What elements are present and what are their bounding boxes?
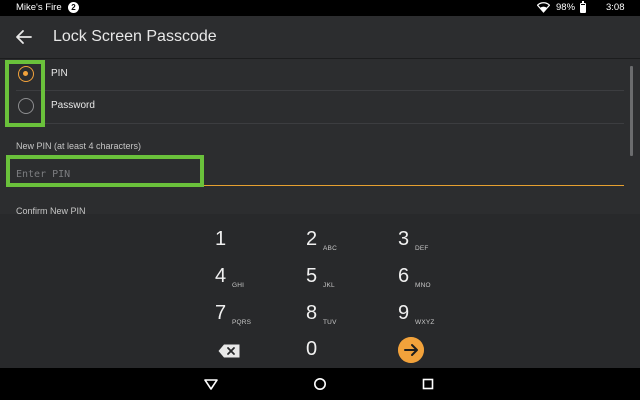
key-digit: 4: [215, 265, 227, 287]
key-digit: 6: [398, 265, 410, 287]
option-pin[interactable]: PIN: [0, 59, 624, 90]
divider: [16, 123, 624, 124]
page-title: Lock Screen Passcode: [53, 28, 217, 45]
key-letters: PQRS: [232, 319, 252, 326]
key-7[interactable]: 7 PQRS: [215, 298, 295, 334]
option-password[interactable]: Password: [0, 91, 624, 122]
wifi-icon: [537, 2, 550, 13]
device-name: Mike's Fire: [16, 2, 62, 13]
back-arrow-icon[interactable]: [14, 27, 34, 47]
key-digit: 1: [215, 228, 227, 250]
key-letters: DEF: [415, 245, 429, 252]
key-letters: MNO: [415, 282, 431, 289]
key-letters: GHI: [232, 282, 245, 289]
app-bar: Lock Screen Passcode: [0, 16, 640, 59]
nav-recents-square-icon[interactable]: [420, 376, 436, 392]
notification-badge[interactable]: 2: [68, 2, 79, 13]
passcode-settings-panel: PIN Password New PIN (at least 4 charact…: [0, 59, 640, 214]
nav-back-triangle-icon[interactable]: [203, 376, 219, 392]
new-pin-input[interactable]: [16, 164, 624, 186]
key-digit: 7: [215, 302, 227, 324]
go-arrow-icon[interactable]: [398, 337, 424, 363]
confirm-pin-label: Confirm New PIN: [16, 206, 86, 214]
backspace-icon[interactable]: [218, 344, 240, 358]
navigation-bar: [0, 368, 640, 400]
key-letters: TUV: [323, 319, 337, 326]
key-4[interactable]: 4 GHI: [215, 261, 295, 297]
pin-radio-button[interactable]: [18, 66, 34, 82]
status-bar: Mike's Fire 2 98% 3:08: [0, 0, 640, 16]
nav-home-circle-icon[interactable]: [312, 376, 328, 392]
key-digit: 0: [306, 338, 318, 360]
key-2[interactable]: 2 ABC: [306, 224, 386, 260]
clock: 3:08: [606, 2, 625, 13]
battery-percent: 98%: [556, 2, 576, 13]
key-8[interactable]: 8 TUV: [306, 298, 386, 334]
password-option-label: Password: [51, 100, 95, 111]
key-digit: 5: [306, 265, 318, 287]
scrollbar-thumb[interactable]: [630, 66, 633, 156]
key-5[interactable]: 5 JKL: [306, 261, 386, 297]
key-0[interactable]: 0: [306, 334, 386, 370]
key-digit: 2: [306, 228, 318, 250]
key-3[interactable]: 3 DEF: [398, 224, 478, 260]
key-6[interactable]: 6 MNO: [398, 261, 478, 297]
battery-icon: [580, 1, 586, 13]
new-pin-label: New PIN (at least 4 characters): [16, 141, 142, 151]
password-radio-button[interactable]: [18, 98, 34, 114]
key-digit: 3: [398, 228, 410, 250]
key-9[interactable]: 9 WXYZ: [398, 298, 478, 334]
numeric-keypad: 1 2 ABC 3 DEF 4 GHI 5 JKL 6 MNO 7 PQRS 8…: [0, 214, 640, 368]
key-digit: 9: [398, 302, 410, 324]
key-letters: JKL: [323, 282, 335, 289]
key-digit: 8: [306, 302, 318, 324]
pin-option-label: PIN: [51, 68, 68, 79]
key-letters: ABC: [323, 245, 337, 252]
key-1[interactable]: 1: [215, 224, 295, 260]
key-letters: WXYZ: [415, 319, 435, 326]
